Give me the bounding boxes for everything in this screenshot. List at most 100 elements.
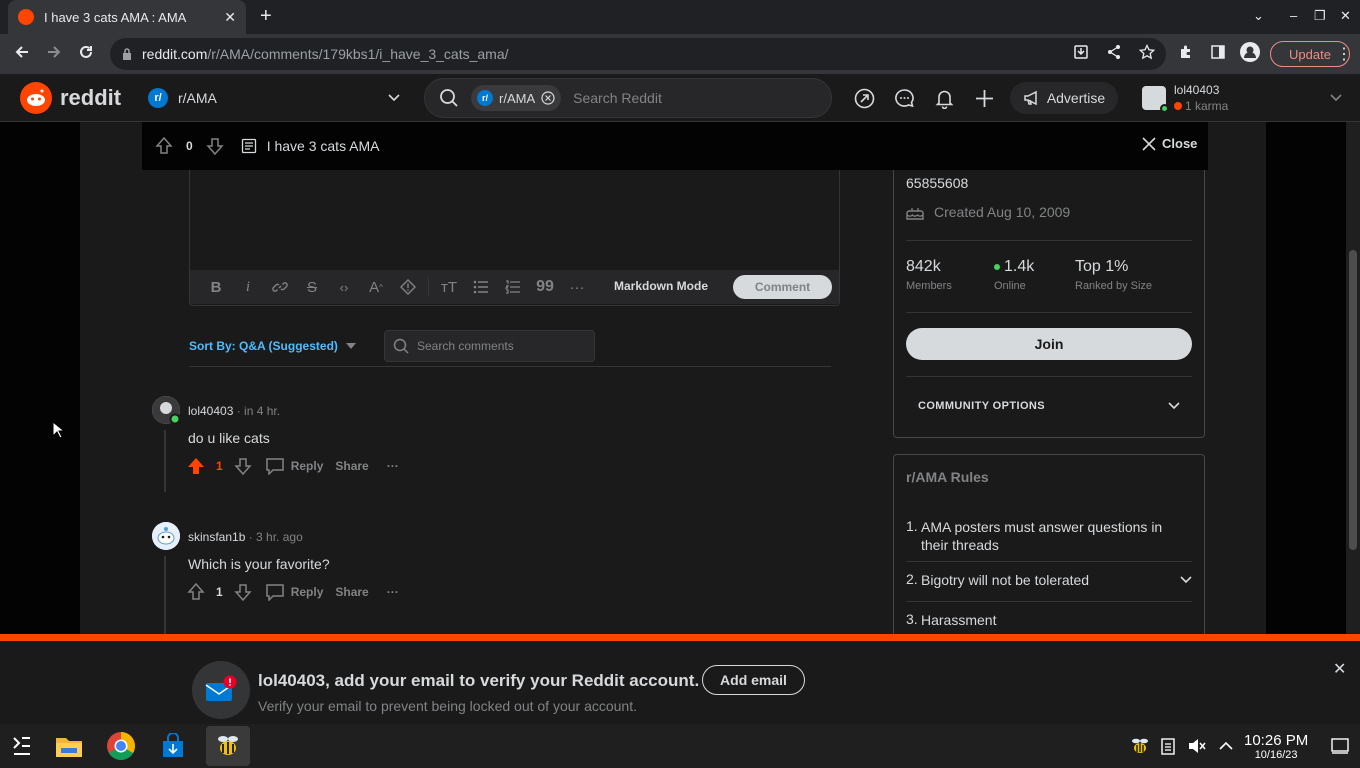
file-explorer-icon[interactable] <box>53 730 85 762</box>
comment-author[interactable]: lol40403 <box>188 404 233 418</box>
restore-icon[interactable]: ❐ <box>1314 8 1326 24</box>
notification-center-icon[interactable] <box>1326 730 1354 762</box>
store-app-icon[interactable] <box>157 730 189 762</box>
reddit-wordmark: reddit <box>60 85 122 110</box>
bookmark-star-icon[interactable] <box>1139 44 1155 60</box>
rules-card: r/AMA Rules 1. AMA posters must answer q… <box>893 454 1205 634</box>
minimize-icon[interactable]: – <box>1290 8 1297 23</box>
share-icon[interactable] <box>1106 44 1122 60</box>
volume-muted-icon[interactable] <box>1184 730 1210 762</box>
forward-icon[interactable] <box>46 44 62 60</box>
scrollbar-thumb[interactable] <box>1349 250 1357 550</box>
os-taskbar: 10:26 PM 10/16/23 <box>0 724 1360 768</box>
text-post-icon <box>241 138 256 154</box>
spoiler-icon[interactable] <box>392 275 424 299</box>
tray-bee-icon[interactable] <box>1126 730 1154 762</box>
strikethrough-icon[interactable]: S <box>296 275 328 299</box>
page-scrollbar[interactable] <box>1346 122 1360 634</box>
comment-search-input[interactable] <box>417 339 587 353</box>
close-post-button[interactable]: Close <box>1142 136 1197 151</box>
search-bar[interactable]: r/ r/AMA <box>424 78 832 118</box>
rule-item[interactable]: 1. AMA posters must answer questions in … <box>906 518 1192 554</box>
commenter-avatar[interactable] <box>152 396 180 424</box>
rule-number: 2. <box>906 571 918 587</box>
bold-icon[interactable]: B <box>200 275 232 299</box>
url-bar[interactable]: reddit.com/r/AMA/comments/179kbs1/i_have… <box>110 38 1166 70</box>
rule-item[interactable]: 2. Bigotry will not be tolerated <box>906 571 1192 589</box>
tab-search-icon[interactable]: ⌄ <box>1253 8 1264 24</box>
thread-line[interactable] <box>164 556 166 634</box>
search-scope-chip[interactable]: r/ r/AMA <box>471 85 562 111</box>
inline-code-icon[interactable]: ‹› <box>328 275 360 299</box>
popular-icon[interactable] <box>854 88 875 109</box>
notification-bell-icon[interactable] <box>934 88 955 109</box>
editor-toolbar: B i S ‹› A ^ тT 99 ··· Markdown Mode Comm… <box>190 270 839 304</box>
share-button[interactable]: Share <box>335 585 368 599</box>
more-options-icon[interactable]: ··· <box>387 459 399 473</box>
show-hidden-icons-chevron-up-icon[interactable] <box>1214 730 1238 762</box>
advertise-button[interactable]: Advertise <box>1010 82 1118 114</box>
markdown-mode-button[interactable]: Markdown Mode <box>614 279 708 293</box>
bulleted-list-icon[interactable] <box>465 275 497 299</box>
comment-vote-count: 1 <box>216 459 223 473</box>
window-close-icon[interactable]: ✕ <box>1340 8 1351 24</box>
create-post-plus-icon[interactable] <box>974 88 995 109</box>
comment-submit-button[interactable]: Comment <box>733 275 832 299</box>
sort-comments-dropdown[interactable]: Sort By: Q&A (Suggested) <box>189 339 356 353</box>
bee-app-icon[interactable] <box>206 726 250 766</box>
new-tab-icon[interactable]: + <box>260 6 272 26</box>
caret-down-icon <box>345 343 356 349</box>
numbered-list-icon[interactable] <box>497 275 529 299</box>
downvote-arrow-icon[interactable] <box>233 456 253 476</box>
community-options-toggle[interactable]: COMMUNITY OPTIONS <box>918 400 1180 412</box>
clear-scope-icon[interactable] <box>541 91 555 105</box>
heading-icon[interactable]: тT <box>433 275 465 299</box>
profile-icon[interactable] <box>1240 42 1260 62</box>
community-dropdown[interactable]: r/ r/AMA <box>140 80 408 116</box>
quote-block-icon[interactable]: 99 <box>529 275 561 299</box>
comment-author[interactable]: skinsfan1b <box>188 530 245 544</box>
rank-label: Ranked by Size <box>1075 280 1153 292</box>
comment-textarea[interactable] <box>190 170 839 272</box>
italic-icon[interactable]: i <box>232 275 264 299</box>
superscript-icon[interactable]: A ^ <box>360 275 392 299</box>
system-clock[interactable]: 10:26 PM 10/16/23 <box>1244 732 1308 761</box>
search-input[interactable] <box>573 90 804 106</box>
close-tab-icon[interactable]: ✕ <box>224 9 236 26</box>
clipboard-tray-icon[interactable] <box>1156 730 1180 762</box>
close-icon[interactable]: ✕ <box>1333 659 1346 679</box>
upvote-arrow-icon[interactable] <box>186 582 206 602</box>
email-verify-banner: lol40403, add your email to verify your … <box>0 634 1360 724</box>
reddit-logo[interactable]: reddit <box>20 82 121 114</box>
rule-item[interactable]: 3. Harassment <box>906 611 1192 629</box>
upvote-arrow-icon[interactable] <box>186 456 206 476</box>
extensions-icon[interactable] <box>1178 44 1194 60</box>
install-icon[interactable] <box>1073 44 1089 60</box>
more-options-icon[interactable]: ··· <box>561 275 593 299</box>
sort-label: Sort By: Q&A (Suggested) <box>189 339 338 353</box>
update-button[interactable]: Update <box>1270 41 1350 67</box>
reply-button[interactable]: Reply <box>265 457 323 475</box>
downvote-arrow-icon[interactable] <box>205 136 225 156</box>
back-icon[interactable] <box>14 44 30 60</box>
chrome-app-icon[interactable] <box>105 730 137 762</box>
more-options-icon[interactable]: ··· <box>387 585 399 599</box>
user-menu-dropdown[interactable]: lol40403 1 karma <box>1142 78 1342 118</box>
thread-line[interactable] <box>164 430 166 492</box>
search-scope-label: r/AMA <box>499 90 536 106</box>
upvote-arrow-icon[interactable] <box>154 136 174 156</box>
side-panel-icon[interactable] <box>1210 44 1226 60</box>
start-menu-icon[interactable] <box>6 730 38 762</box>
join-button[interactable]: Join <box>906 328 1192 360</box>
link-icon[interactable] <box>264 275 296 299</box>
share-button[interactable]: Share <box>335 459 368 473</box>
commenter-avatar[interactable] <box>152 522 180 550</box>
url-path: /r/AMA/comments/179kbs1/i_have_3_cats_am… <box>207 46 509 62</box>
downvote-arrow-icon[interactable] <box>233 582 253 602</box>
reload-icon[interactable] <box>78 44 94 60</box>
comment-search-box[interactable] <box>384 330 595 362</box>
add-email-button[interactable]: Add email <box>702 665 805 695</box>
reply-button[interactable]: Reply <box>265 583 323 601</box>
chat-icon[interactable] <box>894 88 915 109</box>
browser-tab[interactable]: I have 3 cats AMA : AMA ✕ <box>8 0 246 34</box>
